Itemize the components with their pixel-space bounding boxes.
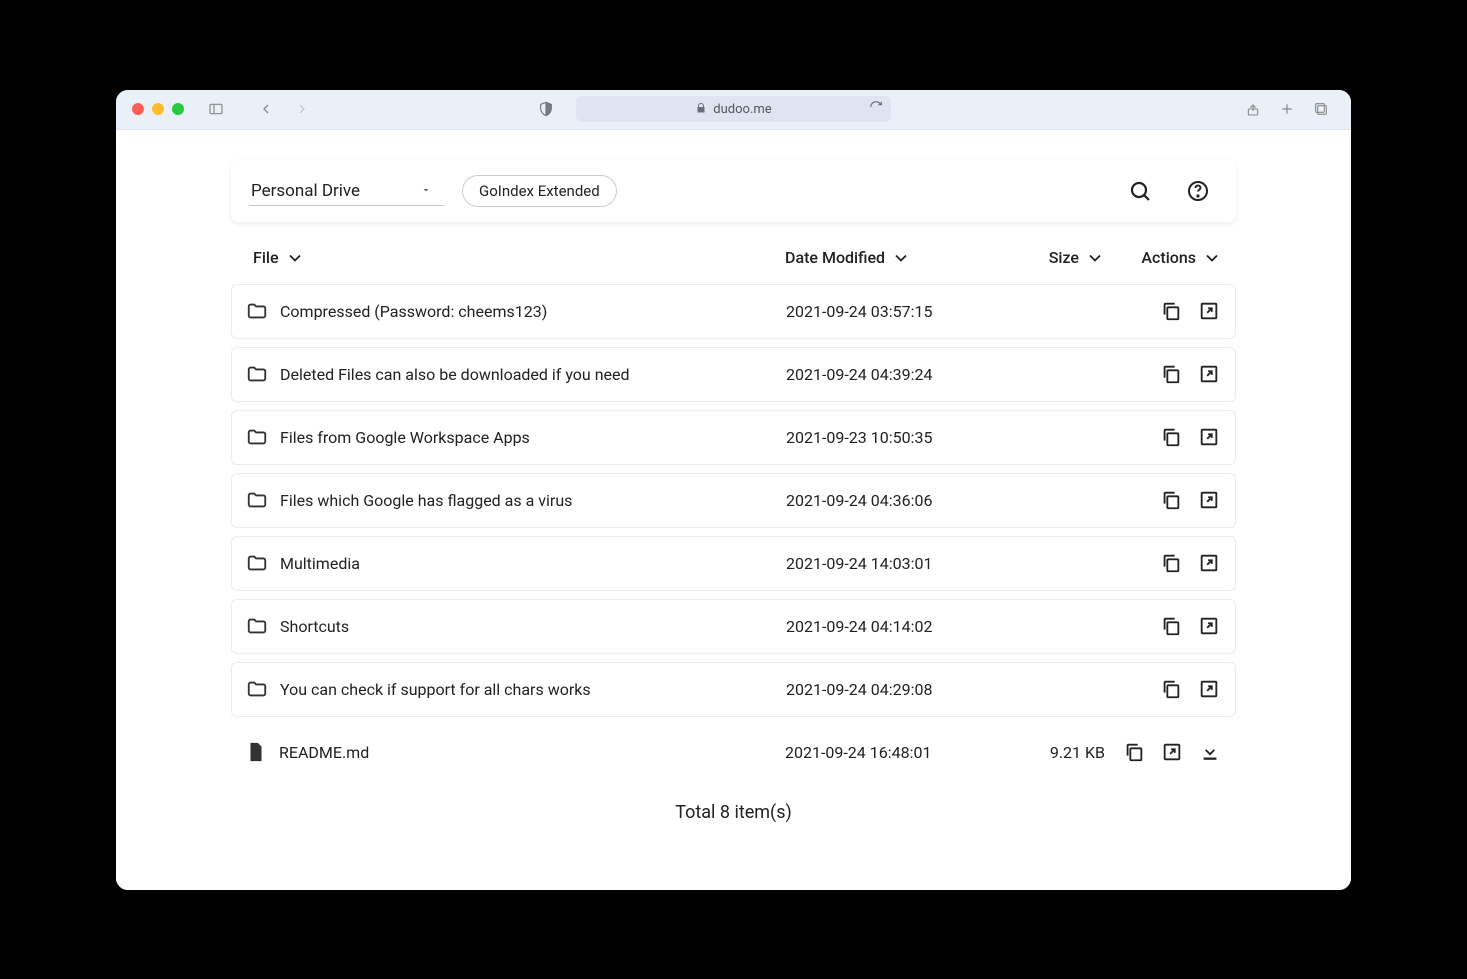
traffic-lights: [132, 103, 184, 115]
file-date: 2021-09-24 04:14:02: [786, 617, 996, 636]
file-name: Compressed (Password: cheems123): [280, 302, 547, 321]
chevron-down-icon: [891, 248, 911, 268]
open-new-button[interactable]: [1160, 740, 1184, 764]
maximize-window-button[interactable]: [172, 103, 184, 115]
open-new-button[interactable]: [1197, 425, 1221, 449]
file-name: You can check if support for all chars w…: [280, 680, 591, 699]
file-date: 2021-09-24 03:57:15: [786, 302, 996, 321]
column-date[interactable]: Date Modified: [785, 248, 995, 268]
tabs-overview-icon[interactable]: [1307, 97, 1335, 121]
folder-icon: [246, 426, 268, 448]
app-title-chip[interactable]: GoIndex Extended: [462, 175, 617, 207]
row-actions: [1106, 299, 1221, 323]
open-new-button[interactable]: [1197, 362, 1221, 386]
dropdown-caret-icon: [420, 181, 432, 201]
chevron-down-icon: [1202, 248, 1222, 268]
table-row[interactable]: Files from Google Workspace Apps 2021-09-…: [231, 410, 1236, 465]
folder-icon: [246, 300, 268, 322]
copy-link-button[interactable]: [1159, 299, 1183, 323]
page-content: Personal Drive GoIndex Extended File: [116, 130, 1351, 890]
folder-icon: [246, 678, 268, 700]
copy-link-button[interactable]: [1159, 488, 1183, 512]
app-title-text: GoIndex Extended: [479, 182, 600, 200]
app-topbar: Personal Drive GoIndex Extended: [231, 160, 1236, 222]
copy-link-button[interactable]: [1122, 740, 1146, 764]
open-new-button[interactable]: [1197, 677, 1221, 701]
file-name: Multimedia: [280, 554, 360, 573]
file-date: 2021-09-23 10:50:35: [786, 428, 996, 447]
copy-link-button[interactable]: [1159, 362, 1183, 386]
lock-icon: [695, 102, 707, 117]
chevron-down-icon: [1085, 248, 1105, 268]
column-file-label: File: [253, 248, 279, 267]
row-actions: [1106, 677, 1221, 701]
folder-icon: [246, 489, 268, 511]
row-actions: [1106, 551, 1221, 575]
column-actions[interactable]: Actions: [1105, 248, 1222, 268]
url-text: dudoo.me: [713, 102, 771, 117]
table-row[interactable]: You can check if support for all chars w…: [231, 662, 1236, 717]
table-row[interactable]: README.md 2021-09-24 16:48:019.21 KB: [231, 725, 1236, 780]
back-button[interactable]: [252, 97, 280, 121]
privacy-shield-icon[interactable]: [532, 97, 560, 121]
file-date: 2021-09-24 04:39:24: [786, 365, 996, 384]
row-actions: [1106, 425, 1221, 449]
chevron-down-icon: [285, 248, 305, 268]
folder-icon: [246, 552, 268, 574]
forward-button[interactable]: [288, 97, 316, 121]
row-actions: [1106, 488, 1221, 512]
open-new-button[interactable]: [1197, 299, 1221, 323]
file-date: 2021-09-24 16:48:01: [785, 743, 995, 762]
table-row[interactable]: Shortcuts 2021-09-24 04:14:02: [231, 599, 1236, 654]
column-actions-label: Actions: [1141, 248, 1196, 267]
file-icon: [245, 741, 267, 763]
folder-icon: [246, 363, 268, 385]
file-date: 2021-09-24 04:36:06: [786, 491, 996, 510]
file-date: 2021-09-24 14:03:01: [786, 554, 996, 573]
column-size[interactable]: Size: [995, 248, 1105, 268]
file-name: Files which Google has flagged as a viru…: [280, 491, 572, 510]
row-actions: [1105, 740, 1222, 764]
download-button[interactable]: [1198, 740, 1222, 764]
open-new-button[interactable]: [1197, 614, 1221, 638]
drive-selector[interactable]: Personal Drive: [249, 175, 444, 206]
file-name: README.md: [279, 743, 369, 762]
file-name: Files from Google Workspace Apps: [280, 428, 530, 447]
browser-window: dudoo.me Personal Drive: [116, 90, 1351, 890]
open-new-button[interactable]: [1197, 488, 1221, 512]
row-actions: [1106, 614, 1221, 638]
sidebar-toggle-icon[interactable]: [202, 97, 230, 121]
copy-link-button[interactable]: [1159, 551, 1183, 575]
new-tab-icon[interactable]: [1273, 97, 1301, 121]
table-row[interactable]: Multimedia 2021-09-24 14:03:01: [231, 536, 1236, 591]
copy-link-button[interactable]: [1159, 425, 1183, 449]
column-date-label: Date Modified: [785, 248, 885, 267]
minimize-window-button[interactable]: [152, 103, 164, 115]
share-icon[interactable]: [1239, 97, 1267, 121]
drive-selector-label: Personal Drive: [251, 181, 360, 201]
reload-icon[interactable]: [869, 100, 883, 118]
column-file[interactable]: File: [245, 248, 785, 268]
search-button[interactable]: [1120, 171, 1160, 211]
table-header: File Date Modified Size Actions: [231, 222, 1236, 284]
titlebar: dudoo.me: [116, 90, 1351, 130]
file-date: 2021-09-24 04:29:08: [786, 680, 996, 699]
row-actions: [1106, 362, 1221, 386]
file-name: Deleted Files can also be downloaded if …: [280, 365, 630, 384]
table-row[interactable]: Deleted Files can also be downloaded if …: [231, 347, 1236, 402]
open-new-button[interactable]: [1197, 551, 1221, 575]
copy-link-button[interactable]: [1159, 614, 1183, 638]
file-name: Shortcuts: [280, 617, 349, 636]
footer-total: Total 8 item(s): [231, 780, 1236, 845]
url-bar[interactable]: dudoo.me: [576, 96, 891, 122]
close-window-button[interactable]: [132, 103, 144, 115]
column-size-label: Size: [1049, 248, 1079, 267]
table-row[interactable]: Compressed (Password: cheems123) 2021-09-…: [231, 284, 1236, 339]
file-list: Compressed (Password: cheems123) 2021-09-…: [231, 284, 1236, 780]
help-button[interactable]: [1178, 171, 1218, 211]
folder-icon: [246, 615, 268, 637]
file-size: 9.21 KB: [995, 743, 1105, 762]
table-row[interactable]: Files which Google has flagged as a viru…: [231, 473, 1236, 528]
copy-link-button[interactable]: [1159, 677, 1183, 701]
